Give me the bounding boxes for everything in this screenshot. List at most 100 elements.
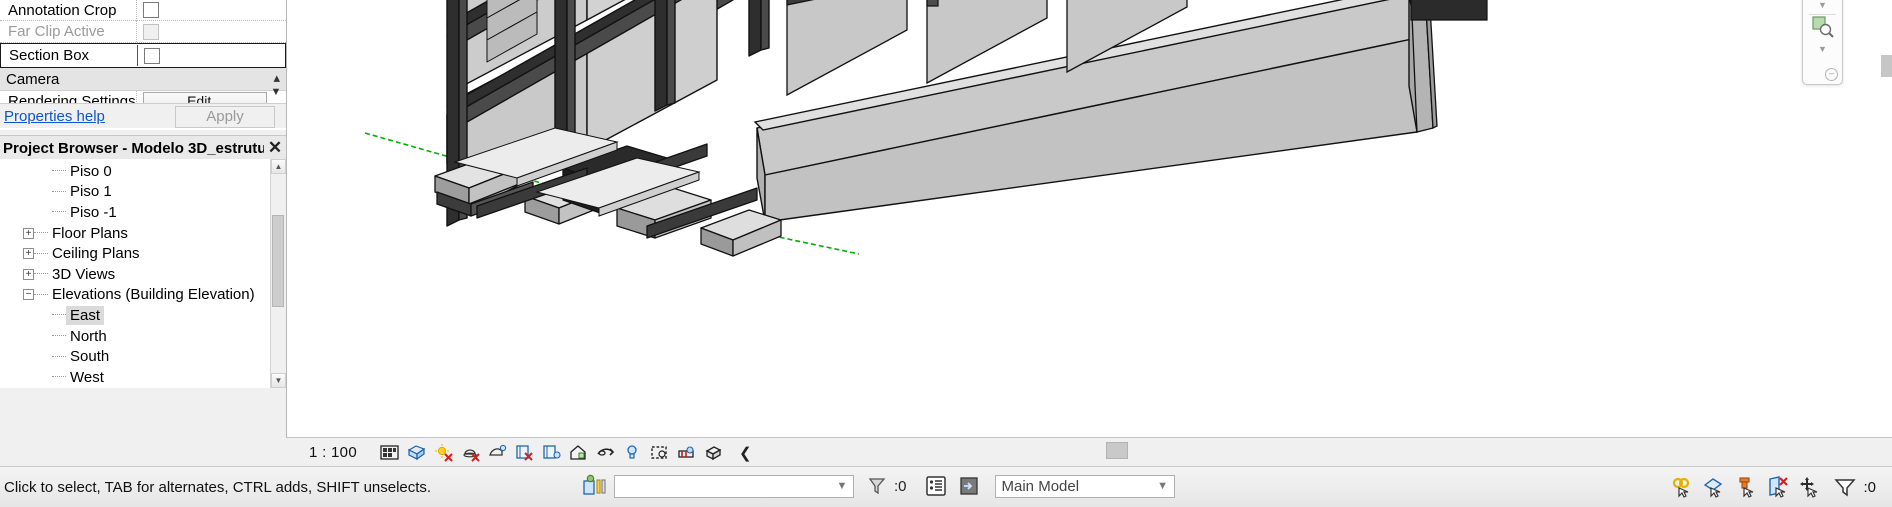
reveal-hidden-elements-icon[interactable] <box>623 443 642 462</box>
tree-item[interactable]: +3D Views <box>0 264 286 285</box>
property-value[interactable] <box>136 0 286 21</box>
property-value[interactable] <box>137 45 285 66</box>
annotation-crop-checkbox[interactable] <box>143 2 159 18</box>
tree-item-label: 3D Views <box>52 265 116 283</box>
design-option-value: Main Model <box>1001 477 1080 495</box>
select-pinned-icon[interactable] <box>1735 476 1757 498</box>
right-end-block <box>1410 0 1488 21</box>
canvas-horizontal-scrollbar-thumb[interactable] <box>1106 442 1128 459</box>
scroll-up-arrow-icon[interactable]: ▲ <box>271 159 286 174</box>
tree-item-label: West <box>70 368 104 386</box>
minimize-circle-icon[interactable]: – <box>1825 68 1838 81</box>
select-links-icon[interactable] <box>1671 476 1693 498</box>
tree-item-label: Ceiling Plans <box>52 245 140 263</box>
tree-item-label: South <box>70 348 110 366</box>
property-label: Annotation Crop <box>8 1 117 19</box>
tree-item-label: Elevations (Building Elevation) <box>52 286 255 304</box>
property-group-camera[interactable]: Camera ▴ <box>0 68 286 91</box>
show-analytical-model-icon[interactable] <box>677 443 696 462</box>
tree-connector <box>34 293 48 296</box>
chevron-down-icon[interactable]: ▼ <box>1803 0 1842 12</box>
property-row-far-clip-active: Far Clip Active <box>0 21 286 43</box>
temporary-view-properties-icon[interactable] <box>650 443 669 462</box>
selection-toggles: :0 <box>1666 467 1886 507</box>
select-underlay-icon[interactable] <box>1703 476 1725 498</box>
editable-only-icon[interactable] <box>866 475 888 497</box>
visual-style-icon[interactable] <box>407 443 426 462</box>
constraints-icon[interactable] <box>704 443 723 462</box>
temporary-hide-isolate-icon[interactable] <box>596 443 615 462</box>
tree-item[interactable]: Piso 0 <box>0 161 286 182</box>
tree-item[interactable]: − Elevations (Building Elevation) <box>0 285 286 306</box>
project-browser-titlebar[interactable]: Project Browser - Modelo 3D_estrutura_2.… <box>0 135 286 161</box>
tree-connector <box>52 335 66 337</box>
crop-region-off-icon[interactable] <box>515 443 534 462</box>
tree-item[interactable]: West <box>0 367 286 388</box>
select-by-face-icon[interactable] <box>1767 476 1789 498</box>
active-workset-combo[interactable]: ▼ <box>614 474 854 498</box>
section-box-checkbox[interactable] <box>144 47 160 64</box>
tree-item[interactable]: South <box>0 346 286 367</box>
design-options-icon[interactable] <box>925 475 947 497</box>
properties-scroll-down-icon[interactable]: ▼ <box>268 84 284 100</box>
navigation-bar[interactable]: ▼ ▼ – <box>1802 0 1843 85</box>
tree-item-label: Piso 1 <box>70 183 112 201</box>
tree-connector <box>52 190 66 193</box>
revit-application-window: Annotation Crop Far Clip Active Section … <box>0 0 1892 507</box>
chevron-down-icon[interactable]: ▼ <box>1803 43 1842 56</box>
exclude-options-icon[interactable] <box>958 475 980 497</box>
expand-icon[interactable]: + <box>23 248 34 260</box>
rendering-dialog-icon[interactable] <box>488 443 507 462</box>
project-browser-scrollbar[interactable]: ▲ ▼ <box>270 159 286 388</box>
3d-structural-model[interactable] <box>287 0 1892 437</box>
editable-only-count: :0 <box>894 477 907 495</box>
view-control-bar: 1 : 100 ❮ <box>286 437 1892 467</box>
property-value <box>136 21 286 42</box>
tree-connector <box>52 211 66 213</box>
expand-icon[interactable]: + <box>23 268 34 280</box>
shadows-off-icon[interactable] <box>461 443 480 462</box>
tree-item-label: East <box>66 305 105 325</box>
tree-connector <box>52 170 66 172</box>
drawing-canvas[interactable]: ▼ ▼ – <box>286 0 1892 437</box>
chevron-left-icon[interactable]: ❮ <box>739 444 752 462</box>
project-browser-title: Project Browser - Modelo 3D_estrutura_2.… <box>3 139 264 157</box>
tree-connector <box>52 376 66 378</box>
show-crop-region-icon[interactable] <box>542 443 561 462</box>
worksets-icon[interactable] <box>582 474 608 498</box>
tree-item[interactable]: Piso 1 <box>0 182 286 203</box>
property-label: Section Box <box>9 47 90 64</box>
tree-item[interactable]: North <box>0 326 286 347</box>
tree-connector <box>34 273 48 275</box>
scrollbar-thumb[interactable] <box>272 215 284 307</box>
properties-help-link[interactable]: Properties help <box>0 108 105 125</box>
sun-path-off-icon[interactable] <box>434 443 453 462</box>
view-scale[interactable]: 1 : 100 <box>309 444 357 461</box>
scroll-down-arrow-icon[interactable]: ▼ <box>271 373 286 388</box>
far-clip-active-checkbox <box>143 23 159 40</box>
canvas-vertical-scrollbar-thumb[interactable] <box>1881 55 1892 77</box>
tree-item[interactable]: East <box>0 305 286 326</box>
tree-item[interactable]: + Floor Plans <box>0 223 286 244</box>
tree-connector <box>52 355 66 358</box>
tree-connector <box>52 314 66 316</box>
tree-item-label: Piso -1 <box>70 203 117 221</box>
lock-3d-view-icon[interactable] <box>569 443 588 462</box>
detail-level-icon[interactable] <box>380 443 399 462</box>
design-option-combo[interactable]: Main Model ▼ <box>994 474 1175 498</box>
drag-elements-icon[interactable] <box>1799 476 1821 498</box>
zoom-region-icon[interactable] <box>1812 16 1834 38</box>
chevron-down-icon[interactable]: ▼ <box>1152 480 1174 492</box>
tree-item[interactable]: Piso -1 <box>0 202 286 223</box>
expand-icon[interactable]: + <box>23 227 34 239</box>
apply-button[interactable]: Apply <box>175 106 275 128</box>
property-row-section-box[interactable]: Section Box <box>0 43 286 68</box>
tree-connector <box>34 252 48 255</box>
collapse-icon[interactable]: − <box>23 289 34 301</box>
property-row-annotation-crop[interactable]: Annotation Crop <box>0 0 286 21</box>
tree-item[interactable]: + Ceiling Plans <box>0 243 286 264</box>
close-icon[interactable]: ✕ <box>264 138 286 158</box>
chevron-down-icon[interactable]: ▼ <box>831 480 853 492</box>
filter-icon[interactable] <box>1834 476 1857 498</box>
project-browser-tree-panel[interactable]: Piso 0 Piso 1 Piso -1 + Floor Plans + Ceiling … <box>0 159 287 388</box>
